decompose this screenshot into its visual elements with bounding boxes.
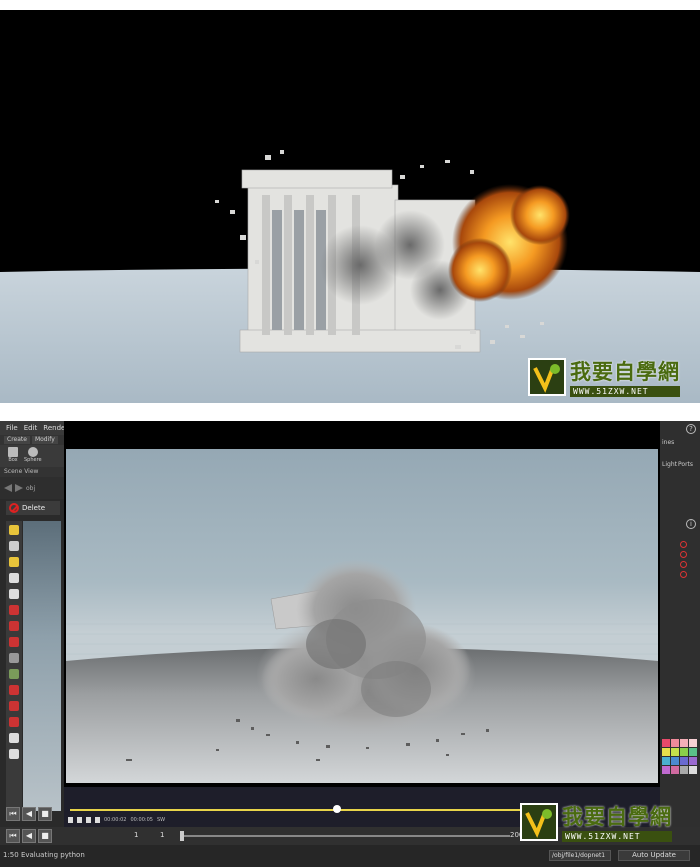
fps-label: SW xyxy=(156,817,166,823)
left-toolbar xyxy=(6,521,22,821)
watermark-logo-icon xyxy=(528,357,566,396)
menu-bar: File Edit Render xyxy=(0,421,68,435)
ports-label[interactable]: Ports xyxy=(678,461,693,468)
timeline-scrubber[interactable] xyxy=(332,805,341,813)
box-label: Box xyxy=(8,457,18,463)
pause-icon[interactable] xyxy=(68,817,73,823)
tab-scene-view[interactable]: Scene View xyxy=(0,467,64,477)
nav-bar: obj xyxy=(0,477,64,499)
paint-icon[interactable] xyxy=(9,525,19,535)
watermark-overlay: 我要自學網 WWW.51ZXW.NET xyxy=(520,801,672,842)
first-frame-button[interactable]: ⏮ xyxy=(6,829,20,843)
select-arrow-icon[interactable] xyxy=(9,573,19,583)
handle-icon[interactable] xyxy=(9,653,19,663)
render-image: 我要自學網 WWW.51ZXW.NET xyxy=(0,10,700,403)
flag-icon[interactable] xyxy=(680,571,687,578)
flag-icon[interactable] xyxy=(680,561,687,568)
time-total: 00:00:05 xyxy=(130,817,153,823)
watermark-url: WWW.51ZXW.NET xyxy=(570,386,680,397)
flag-icon[interactable] xyxy=(680,551,687,558)
back-arrow-icon[interactable] xyxy=(4,484,12,492)
watermark: 我要自學網 WWW.51ZXW.NET xyxy=(528,356,680,397)
info-icon[interactable]: i xyxy=(686,519,696,529)
scene-viewport[interactable] xyxy=(64,421,660,787)
frame-start[interactable]: 1 xyxy=(134,831,138,839)
hand-icon[interactable] xyxy=(9,541,19,551)
snap-icon[interactable] xyxy=(9,685,19,695)
watermark-brand: 我要自學網 xyxy=(562,805,672,829)
light-label[interactable]: Light xyxy=(662,461,677,468)
houdini-window: File Edit Render Create Modify Box Spher… xyxy=(0,421,700,867)
next-icon[interactable] xyxy=(95,817,100,823)
move-icon[interactable] xyxy=(9,605,19,615)
light-icon[interactable] xyxy=(9,557,19,567)
stop-button[interactable]: ■ xyxy=(38,807,52,821)
prev-frame-button[interactable]: ◀ xyxy=(22,829,36,843)
status-text: 1:50 Evaluating python xyxy=(3,851,85,859)
color-palette[interactable] xyxy=(662,739,697,774)
timeline-track[interactable] xyxy=(70,809,530,811)
camera-icon[interactable] xyxy=(9,733,19,743)
left-viewport[interactable] xyxy=(23,521,61,811)
path-field[interactable]: /obj/file1/dopnet1 xyxy=(549,850,611,861)
auto-update-button[interactable]: Auto Update xyxy=(618,850,690,861)
shelf-tools: Box Sphere xyxy=(0,445,64,467)
shelf-tabs: Create Modify xyxy=(0,435,64,445)
pose-icon[interactable] xyxy=(9,717,19,727)
flag-icon[interactable] xyxy=(680,541,687,548)
delete-label: Delete xyxy=(22,504,45,512)
axis-icon[interactable] xyxy=(9,749,19,759)
first-frame-button[interactable]: ⏮ xyxy=(6,807,20,821)
menu-file[interactable]: File xyxy=(6,424,18,432)
view-icon[interactable] xyxy=(9,669,19,679)
lock-icon[interactable] xyxy=(9,589,19,599)
watermark-url: WWW.51ZXW.NET xyxy=(562,831,672,842)
status-bar: 1:50 Evaluating python /obj/file1/dopnet… xyxy=(0,845,700,867)
explosion-render xyxy=(0,10,700,403)
nav-path[interactable]: obj xyxy=(26,485,35,492)
left-playback-controls: ⏮ ◀ ■ xyxy=(6,807,62,825)
watermark-logo-icon xyxy=(520,802,558,841)
magnet-icon[interactable] xyxy=(9,701,19,711)
no-entry-icon xyxy=(9,503,19,513)
menu-edit[interactable]: Edit xyxy=(24,424,38,432)
tab-modify[interactable]: Modify xyxy=(31,436,58,444)
viewport-canvas[interactable] xyxy=(66,449,658,783)
sphere-label: Sphere xyxy=(24,457,42,463)
smoke-simulation xyxy=(66,559,658,783)
frame-slider[interactable] xyxy=(180,831,510,841)
panel-label-ines: ines xyxy=(662,439,675,446)
sphere-tool[interactable]: Sphere xyxy=(24,447,42,465)
sphere-icon xyxy=(27,447,38,457)
tab-create[interactable]: Create xyxy=(4,436,30,444)
stop-icon[interactable] xyxy=(77,817,82,823)
forward-arrow-icon[interactable] xyxy=(15,484,23,492)
rotate-icon[interactable] xyxy=(9,621,19,631)
flag-column xyxy=(680,541,687,578)
prev-icon[interactable] xyxy=(86,817,91,823)
timeline-playbar: 00:00:02 00:00:05 SW xyxy=(68,817,165,823)
time-current: 00:00:02 xyxy=(104,817,127,823)
box-icon xyxy=(8,447,18,457)
prev-frame-button[interactable]: ◀ xyxy=(22,807,36,821)
box-tool[interactable]: Box xyxy=(8,447,18,465)
delete-button[interactable]: Delete xyxy=(6,501,60,515)
stop-button[interactable]: ■ xyxy=(38,829,52,843)
watermark-brand: 我要自學網 xyxy=(570,360,680,384)
help-icon[interactable]: ? xyxy=(686,424,696,434)
frame-current[interactable]: 1 xyxy=(160,831,164,839)
scale-icon[interactable] xyxy=(9,637,19,647)
